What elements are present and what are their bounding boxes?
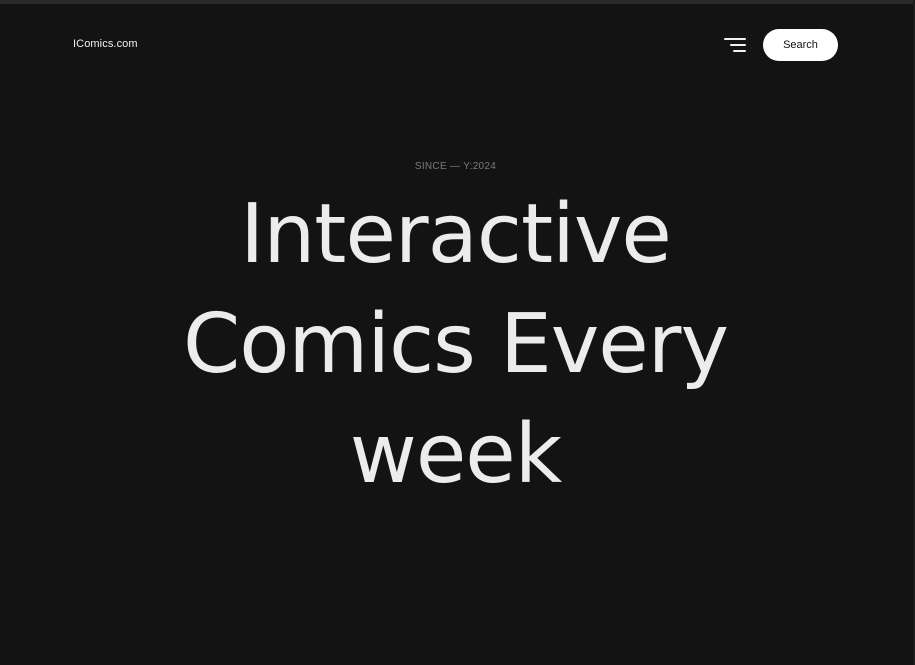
hamburger-menu-icon-line bbox=[733, 50, 746, 52]
hero-title-line: week bbox=[349, 407, 562, 502]
hamburger-menu-icon-line bbox=[730, 44, 746, 46]
menu-button[interactable] bbox=[722, 36, 748, 54]
hero-title-line: Comics Every bbox=[183, 297, 729, 392]
hero-title: Interactive Comics Every week bbox=[0, 180, 911, 510]
search-button[interactable]: Search bbox=[763, 29, 838, 61]
hero-eyebrow: SINCE — Y:2024 bbox=[414, 161, 497, 172]
top-strip bbox=[0, 0, 915, 4]
hero-title-line: Interactive bbox=[240, 187, 672, 282]
site-logo-link[interactable]: IComics.com bbox=[73, 38, 138, 50]
hamburger-menu-icon bbox=[724, 38, 746, 40]
page: IComics.com Search SINCE — Y:2024 Intera… bbox=[0, 0, 915, 665]
